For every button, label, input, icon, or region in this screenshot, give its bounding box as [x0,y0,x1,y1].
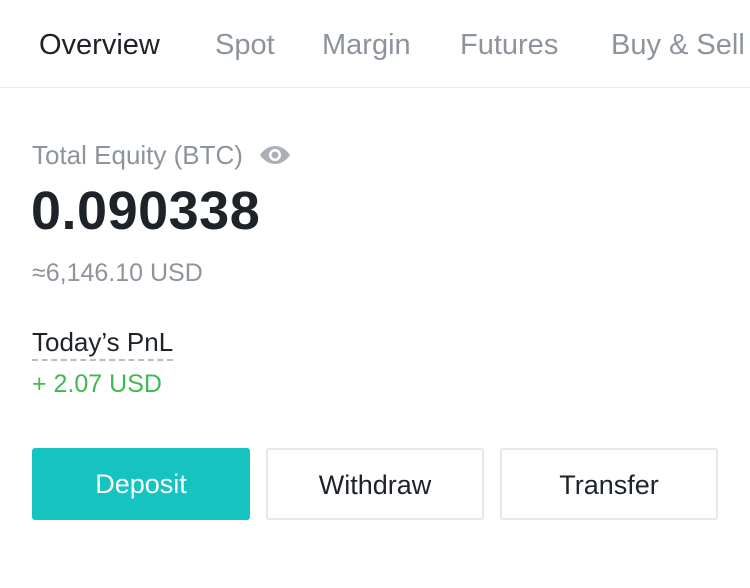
wallet-overview-page: Overview Spot Margin Futures Buy & Sell … [0,0,750,588]
transfer-button[interactable]: Transfer [500,448,718,520]
tab-buy-and-sell[interactable]: Buy & Sell [611,26,745,64]
total-equity-label: Total Equity (BTC) [32,139,243,170]
total-equity-usd: ≈6,146.10 USD [32,259,203,287]
tab-overview[interactable]: Overview [39,26,160,64]
todays-pnl-label[interactable]: Today’s PnL [32,326,174,361]
deposit-button[interactable]: Deposit [32,448,250,520]
tab-margin[interactable]: Margin [322,26,411,64]
eye-icon[interactable] [259,144,291,166]
tab-spot[interactable]: Spot [215,26,275,64]
total-equity-value: 0.090338 [31,181,261,241]
total-equity-header: Total Equity (BTC) [32,138,291,172]
wallet-tab-bar: Overview Spot Margin Futures Buy & Sell [0,0,750,88]
tab-futures[interactable]: Futures [460,26,558,64]
todays-pnl-value: + 2.07 USD [32,370,162,398]
withdraw-button[interactable]: Withdraw [266,448,484,520]
